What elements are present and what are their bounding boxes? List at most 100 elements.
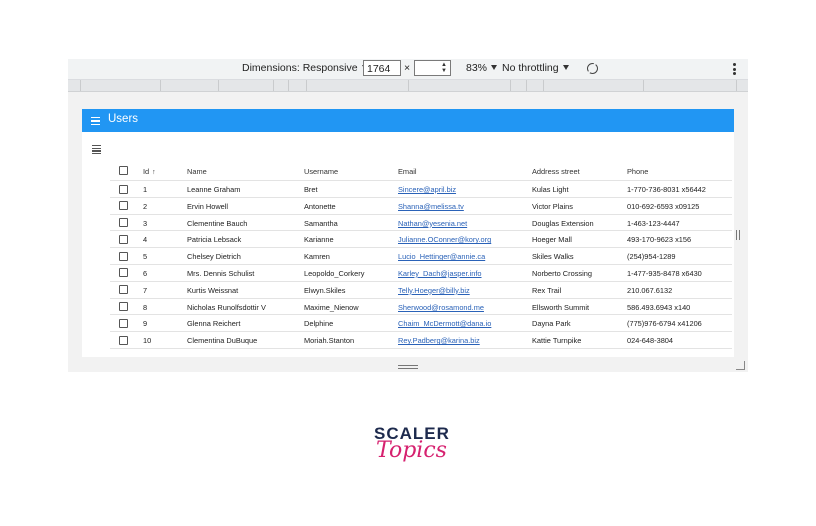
zoom-label: 83% — [466, 62, 488, 74]
cell-phone: 493-170-9623 x156 — [627, 235, 692, 245]
header-name[interactable]: Name — [187, 167, 207, 176]
row-checkbox[interactable] — [119, 318, 128, 328]
row-checkbox[interactable] — [119, 184, 128, 194]
zoom-dropdown[interactable]: 83% — [466, 62, 498, 74]
dimensions-label: Dimensions: Responsive — [242, 62, 358, 74]
cell-address-street: Victor Plains — [532, 201, 573, 211]
cell-address-street: Hoeger Mall — [532, 235, 572, 245]
throttling-dropdown[interactable]: No throttling — [502, 62, 569, 74]
cell-name: Mrs. Dennis Schulist — [187, 268, 255, 278]
cell-username: Maxime_Nienow — [304, 302, 359, 312]
list-icon[interactable] — [92, 145, 101, 155]
media-query-ruler[interactable] — [68, 80, 748, 92]
cell-address-street: Rex Trail — [532, 285, 562, 295]
logo-topics-text: Topics — [376, 438, 447, 463]
rotate-icon[interactable] — [587, 63, 598, 74]
cell-username: Bret — [304, 185, 318, 194]
cell-id: 5 — [143, 252, 148, 262]
width-input[interactable]: 1764 — [363, 60, 401, 76]
cell-name: Patricia Lebsack — [187, 235, 242, 245]
cell-phone: 1-770-736-8031 x56442 — [627, 185, 706, 194]
row-checkbox[interactable] — [119, 302, 128, 312]
chevron-down-icon — [562, 65, 569, 70]
row-checkbox[interactable] — [119, 218, 128, 228]
header-username[interactable]: Username — [304, 167, 338, 176]
cell-email[interactable]: Rey.Padberg@karina.biz — [398, 336, 480, 345]
cell-email[interactable]: Shanna@melissa.tv — [398, 202, 464, 211]
cell-username: Moriah.Stanton — [304, 336, 355, 346]
resize-grip-corner[interactable] — [736, 361, 745, 370]
header-email[interactable]: Email — [398, 167, 416, 176]
cell-id: 6 — [143, 268, 148, 278]
app-title: Users — [108, 113, 139, 125]
more-options-icon[interactable] — [733, 63, 736, 77]
cell-address-street: Dayna Park — [532, 319, 571, 329]
cell-email[interactable]: Nathan@yesenia.net — [398, 219, 467, 228]
cell-email[interactable]: Lucio_Hettinger@annie.ca — [398, 252, 485, 261]
row-checkbox[interactable] — [119, 285, 128, 295]
cell-username: Elwyn.Skiles — [304, 285, 346, 295]
app-bar: Users — [82, 109, 734, 132]
table-row[interactable]: 7 Kurtis Weissnat Elwyn.Skiles Telly.Hoeger… — [110, 282, 732, 299]
cell-username: Karianne — [304, 235, 334, 245]
table-row[interactable]: 6 Mrs. Dennis Schulist Leopoldo_Corkery Kar… — [110, 265, 732, 282]
cell-email[interactable]: Telly.Hoeger@billy.biz — [398, 286, 470, 295]
table-row[interactable]: 10 Clementina DuBuque Moriah.Stanton Rey.Pa… — [110, 332, 732, 349]
chevron-down-icon — [491, 65, 498, 70]
cell-address-street: Kulas Light — [532, 185, 569, 194]
cell-name: Leanne Graham — [187, 185, 241, 194]
cell-phone: 024-648-3804 — [627, 336, 674, 346]
dimensions-dropdown[interactable]: Dimensions: Responsive — [242, 62, 368, 74]
cell-phone: (775)976-6794 x41206 — [627, 319, 702, 329]
cell-phone: 1-477-935-8478 x6430 — [627, 268, 702, 278]
resize-handle-right[interactable] — [731, 226, 745, 244]
cell-name: Ervin Howell — [187, 201, 229, 211]
cell-id: 3 — [143, 218, 148, 228]
cell-username: Antonette — [304, 201, 336, 211]
table-row[interactable]: 8 Nicholas Runolfsdottir V Maxime_Nienow Sh… — [110, 299, 732, 316]
table-row[interactable]: 1 Leanne Graham Bret Sincere@april.biz Kulas… — [110, 181, 732, 198]
cell-id: 4 — [143, 235, 148, 245]
row-checkbox[interactable] — [119, 335, 128, 345]
cell-id: 1 — [143, 185, 148, 194]
cell-username: Kamren — [304, 252, 330, 262]
resize-handle-bottom[interactable] — [398, 365, 418, 370]
row-checkbox[interactable] — [119, 268, 128, 278]
cell-name: Nicholas Runolfsdottir V — [187, 302, 266, 312]
cell-id: 9 — [143, 319, 148, 329]
menu-icon[interactable] — [91, 117, 100, 127]
header-address-street[interactable]: Address street — [532, 167, 580, 176]
table-row[interactable]: 2 Ervin Howell Antonette Shanna@melissa.tv V… — [110, 198, 732, 215]
select-all-checkbox[interactable] — [119, 166, 128, 175]
spinner-icon[interactable]: ▲ ▼ — [441, 62, 447, 74]
cell-phone: 210.067.6132 — [627, 285, 673, 295]
throttling-label: No throttling — [502, 62, 559, 74]
cell-address-street: Douglas Extension — [532, 218, 594, 228]
cell-id: 2 — [143, 201, 148, 211]
cell-username: Leopoldo_Corkery — [304, 268, 365, 278]
cell-username: Delphine — [304, 319, 334, 329]
cell-name: Chelsey Dietrich — [187, 252, 241, 262]
sort-arrow-icon: ↑ — [152, 169, 156, 176]
row-checkbox[interactable] — [119, 201, 128, 211]
cell-name: Clementina DuBuque — [187, 336, 258, 346]
cell-name: Glenna Reichert — [187, 319, 241, 329]
table-row[interactable]: 5 Chelsey Dietrich Kamren Lucio_Hettinger@a… — [110, 248, 732, 265]
table-header: Id ↑ Name Username Email Address street P… — [110, 161, 732, 181]
cell-email[interactable]: Sherwood@rosamond.me — [398, 303, 484, 312]
cell-email[interactable]: Julianne.OConner@kory.org — [398, 235, 491, 244]
height-input[interactable]: ▲ ▼ — [414, 60, 451, 76]
table-row[interactable]: 9 Glenna Reichert Delphine Chaim_McDermott@… — [110, 315, 732, 333]
table-row[interactable]: 4 Patricia Lebsack Karianne Julianne.OConne… — [110, 231, 732, 249]
header-id[interactable]: Id ↑ — [143, 167, 156, 176]
cell-email[interactable]: Chaim_McDermott@dana.io — [398, 319, 491, 328]
cell-email[interactable]: Sincere@april.biz — [398, 185, 456, 194]
cell-email[interactable]: Karley_Dach@jasper.info — [398, 269, 482, 278]
row-checkbox[interactable] — [119, 251, 128, 261]
app-page: Users Id ↑ Name Username Email Address st… — [82, 109, 734, 357]
cell-phone: 1-463-123-4447 — [627, 218, 680, 228]
header-phone[interactable]: Phone — [627, 167, 648, 176]
row-checkbox[interactable] — [119, 234, 128, 244]
cell-id: 8 — [143, 302, 148, 312]
table-row[interactable]: 3 Clementine Bauch Samantha Nathan@yesenia.… — [110, 215, 732, 232]
